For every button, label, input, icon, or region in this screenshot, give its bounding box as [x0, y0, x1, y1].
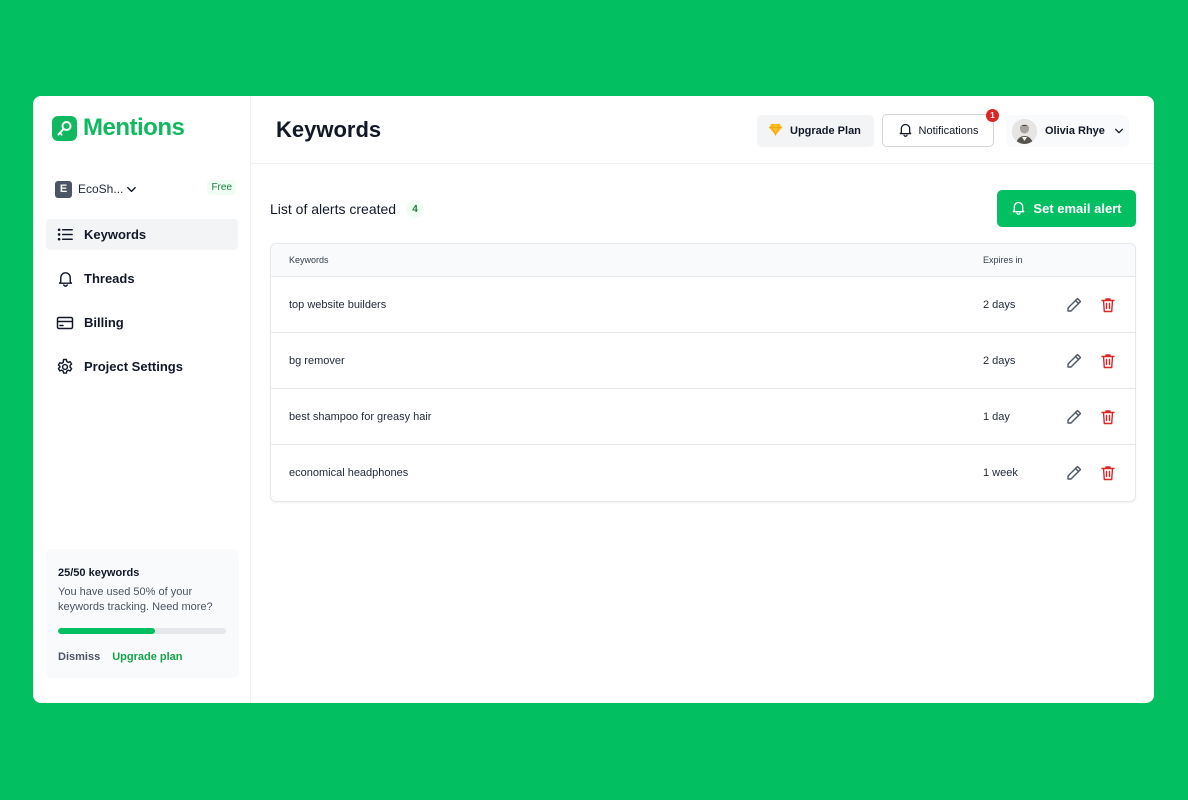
notifications-label: Notifications [918, 124, 979, 137]
bell-icon [56, 270, 74, 288]
workspace-avatar: E [55, 180, 72, 198]
chevron-down-icon [1114, 126, 1124, 136]
main-content: Keywords Upgrade Plan Notifications 1 Ol… [251, 96, 1154, 703]
sidebar-item-project-settings[interactable]: Project Settings [46, 351, 238, 382]
usage-card: 25/50 keywords You have used 50% of your… [45, 549, 239, 678]
table-header: Keywords Expires in [271, 244, 1135, 277]
keyword-cell: best shampoo for greasy hair [289, 411, 432, 423]
expires-cell: 2 days [983, 355, 1016, 367]
upgrade-plan-button[interactable]: Upgrade Plan [757, 115, 874, 147]
app-logo[interactable]: Mentions [52, 114, 185, 142]
edit-icon[interactable] [1065, 408, 1083, 426]
app-name: Mentions [83, 114, 185, 141]
workspace-name: EcoSh... [78, 182, 124, 196]
trash-icon[interactable] [1099, 296, 1117, 314]
trash-icon[interactable] [1099, 464, 1117, 482]
usage-description: You have used 50% of your keywords track… [58, 586, 213, 613]
edit-icon[interactable] [1065, 352, 1083, 370]
sidebar-item-billing[interactable]: Billing [46, 307, 238, 338]
trash-icon[interactable] [1099, 408, 1117, 426]
page-title: Keywords [276, 117, 382, 142]
set-email-alert-label: Set email alert [1033, 201, 1122, 216]
chevron-down-icon [126, 184, 137, 195]
bell-icon [898, 122, 913, 140]
column-header-expires: Expires in [983, 255, 1023, 265]
sidebar-item-label: Project Settings [84, 359, 183, 374]
column-header-keywords: Keywords [289, 255, 329, 265]
upgrade-plan-link[interactable]: Upgrade plan [112, 651, 182, 663]
edit-icon[interactable] [1065, 464, 1083, 482]
list-icon [56, 226, 74, 244]
trash-icon[interactable] [1099, 352, 1117, 370]
notification-count-badge: 1 [986, 109, 999, 122]
credit-card-icon [56, 314, 74, 332]
bell-icon [1011, 200, 1026, 218]
edit-icon[interactable] [1065, 296, 1083, 314]
table-row: bg remover 2 days [271, 333, 1135, 389]
table-row: economical headphones 1 week [271, 445, 1135, 501]
page-header: Keywords Upgrade Plan Notifications 1 Ol… [251, 96, 1154, 164]
sidebar-nav: Keywords Threads Billing Project Setting… [46, 219, 238, 395]
expires-cell: 1 week [983, 467, 1018, 479]
keyword-cell: bg remover [289, 355, 345, 367]
alerts-count-badge: 4 [406, 200, 425, 218]
gear-icon [56, 358, 74, 376]
table-row: top website builders 2 days [271, 277, 1135, 333]
dismiss-button[interactable]: Dismiss [58, 651, 100, 663]
notifications-button[interactable]: Notifications [882, 114, 994, 147]
expires-cell: 1 day [983, 411, 1010, 423]
usage-title: 25/50 keywords [58, 567, 140, 579]
keyword-cell: economical headphones [289, 467, 409, 479]
app-window: Mentions E EcoSh... Free Keywords Thread… [33, 96, 1154, 703]
user-name: Olivia Rhye [1045, 125, 1105, 137]
workspace-switcher[interactable]: E EcoSh... Free [55, 180, 236, 198]
usage-progress-bar [58, 628, 226, 634]
alerts-list-title: List of alerts created [270, 201, 397, 217]
logo-icon [52, 115, 77, 141]
upgrade-plan-label: Upgrade Plan [790, 125, 861, 137]
sidebar-item-label: Keywords [84, 227, 147, 242]
plan-badge: Free [207, 180, 236, 195]
alerts-list-header: List of alerts created 4 [270, 200, 425, 218]
sidebar-item-label: Threads [84, 271, 135, 286]
sidebar-item-keywords[interactable]: Keywords [46, 219, 238, 250]
avatar [1012, 118, 1037, 144]
user-menu[interactable]: Olivia Rhye [1006, 115, 1129, 147]
keyword-cell: top website builders [289, 299, 387, 311]
set-email-alert-button[interactable]: Set email alert [997, 190, 1136, 227]
diamond-icon [768, 123, 783, 139]
alerts-table: Keywords Expires in top website builders… [270, 243, 1136, 502]
usage-progress-fill [58, 628, 156, 634]
expires-cell: 2 days [983, 299, 1016, 311]
table-row: best shampoo for greasy hair 1 day [271, 389, 1135, 445]
sidebar-item-label: Billing [84, 315, 124, 330]
sidebar-item-threads[interactable]: Threads [46, 263, 238, 294]
sidebar: Mentions E EcoSh... Free Keywords Thread… [33, 96, 251, 703]
